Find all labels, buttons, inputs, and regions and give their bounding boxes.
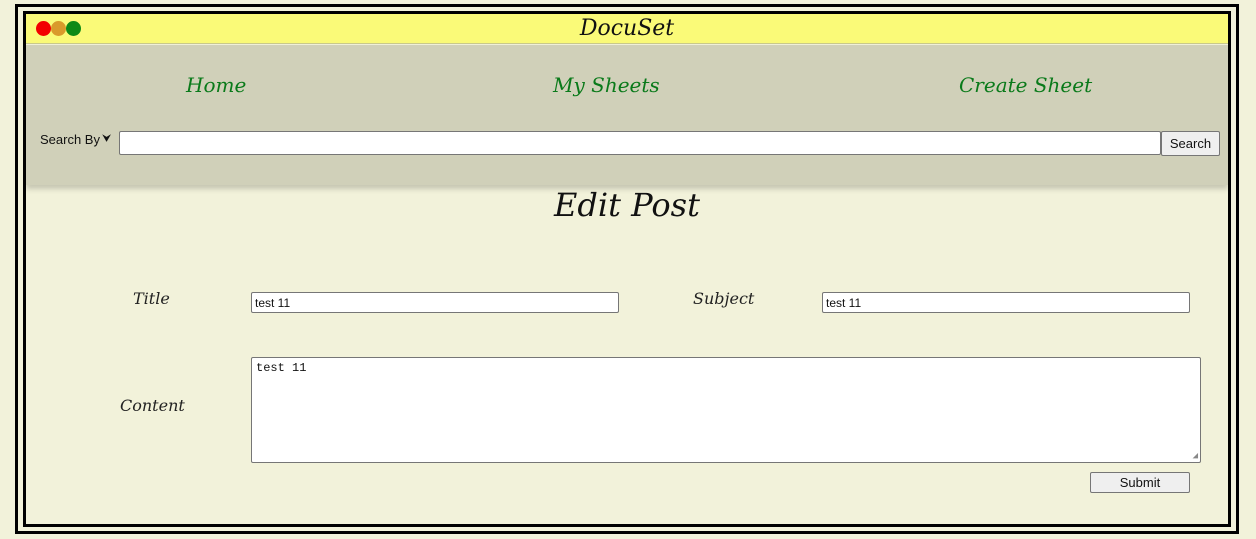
title-label: Title — [133, 289, 170, 308]
search-input[interactable] — [119, 131, 1161, 155]
resize-handle-icon[interactable]: ◢ — [1193, 452, 1198, 461]
page-title: Edit Post — [554, 186, 700, 224]
content-text: test 11 — [256, 361, 307, 375]
nav-link-home[interactable]: Home — [186, 73, 246, 97]
nav-link-my-sheets[interactable]: My Sheets — [553, 73, 660, 97]
subject-label: Subject — [693, 289, 755, 308]
navbar: Home My Sheets Create Sheet Search By ⮟ … — [26, 45, 1228, 185]
app-title: DocuSet — [579, 16, 675, 41]
search-by-label: Search By — [40, 132, 100, 147]
app-window: DocuSet Home My Sheets Create Sheet Sear… — [23, 11, 1231, 527]
content-textarea[interactable]: test 11 ◢ — [251, 357, 1201, 463]
subject-input[interactable] — [822, 292, 1190, 313]
submit-button[interactable]: Submit — [1090, 472, 1190, 493]
search-by-select[interactable]: Search By ⮟ — [40, 132, 111, 147]
search-button[interactable]: Search — [1161, 131, 1220, 156]
title-input[interactable] — [251, 292, 619, 313]
chevron-down-icon: ⮟ — [101, 133, 112, 145]
content-label: Content — [120, 396, 185, 415]
nav-link-create-sheet[interactable]: Create Sheet — [959, 73, 1092, 97]
title-bar: DocuSet — [26, 14, 1228, 44]
